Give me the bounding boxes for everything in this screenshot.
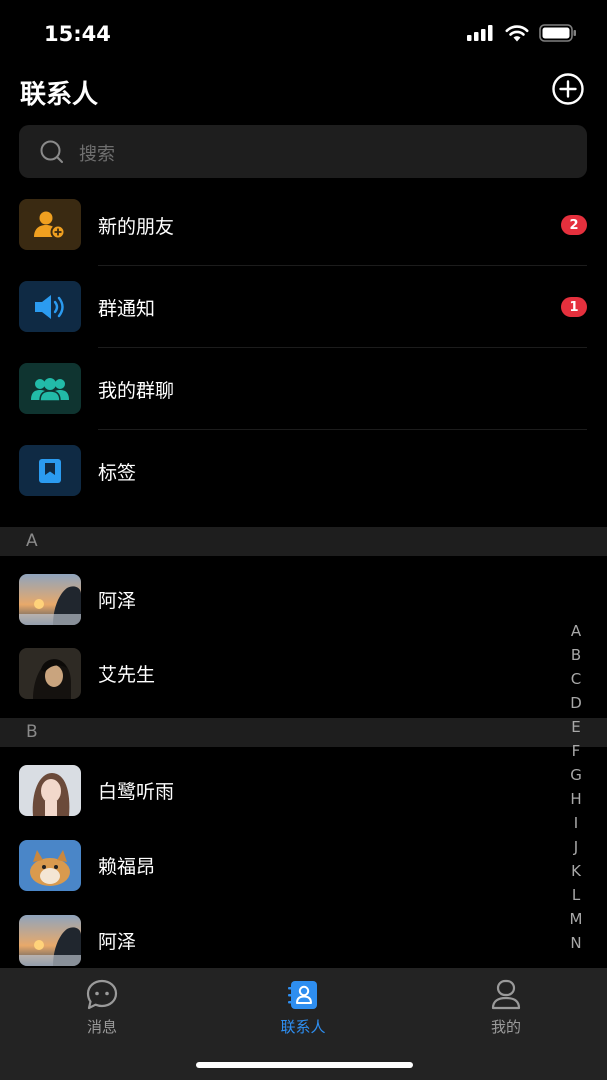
- status-time: 15:44: [44, 22, 111, 46]
- group-icon: [19, 363, 81, 414]
- add-circle-icon[interactable]: [551, 72, 585, 106]
- search-placeholder: 搜索: [79, 144, 115, 165]
- tab-label: 联系人: [280, 1018, 326, 1036]
- index-letter[interactable]: E: [567, 715, 585, 739]
- function-list: 新的朋友 2 群通知 1 我的群聊 标签: [0, 184, 607, 512]
- contacts-icon: [288, 981, 317, 1009]
- search-icon: [40, 140, 63, 163]
- group-notice-item[interactable]: 群通知 1: [0, 266, 607, 348]
- section-header-a: A: [0, 527, 607, 556]
- contact-item[interactable]: 赖福昂: [0, 828, 560, 902]
- index-letter[interactable]: M: [567, 907, 585, 931]
- index-letter[interactable]: I: [567, 811, 585, 835]
- tags-label: 标签: [98, 462, 137, 484]
- group-notice-badge: 1: [561, 297, 587, 317]
- index-letter[interactable]: B: [567, 643, 585, 667]
- avatar: [19, 915, 81, 966]
- page-title: 联系人: [20, 80, 99, 110]
- speaker-icon: [19, 281, 81, 332]
- avatar: [19, 648, 81, 699]
- battery-icon: [539, 24, 576, 42]
- group-notice-label: 群通知: [98, 298, 156, 320]
- index-letter[interactable]: N: [567, 931, 585, 955]
- section-header-b: B: [0, 718, 607, 747]
- signal-icon: [467, 25, 493, 41]
- my-groups-label: 我的群聊: [98, 380, 175, 402]
- tab-contacts[interactable]: 联系人: [243, 978, 363, 1038]
- contact-name: 艾先生: [98, 664, 156, 686]
- index-letter[interactable]: F: [567, 739, 585, 763]
- contact-item[interactable]: 艾先生: [0, 636, 560, 710]
- index-letter[interactable]: L: [567, 883, 585, 907]
- index-letter[interactable]: K: [567, 859, 585, 883]
- index-letter[interactable]: J: [567, 835, 585, 859]
- new-friends-badge: 2: [561, 215, 587, 235]
- index-letter[interactable]: D: [567, 691, 585, 715]
- section-letter: A: [26, 531, 38, 551]
- contact-name: 阿泽: [98, 590, 137, 612]
- tab-me[interactable]: 我的: [446, 978, 566, 1038]
- chat-bubble-icon: [86, 979, 118, 1010]
- bookmark-icon: [19, 445, 81, 496]
- my-groups-item[interactable]: 我的群聊: [0, 348, 607, 430]
- avatar: [19, 840, 81, 891]
- section-letter: B: [26, 722, 38, 742]
- add-user-icon: [19, 199, 81, 250]
- status-bar: 15:44: [0, 0, 607, 62]
- contact-name: 白鹭听雨: [98, 781, 175, 803]
- index-letter[interactable]: C: [567, 667, 585, 691]
- index-letter[interactable]: H: [567, 787, 585, 811]
- contact-item[interactable]: 白鹭听雨: [0, 753, 560, 827]
- profile-icon: [491, 979, 521, 1010]
- alphabet-index[interactable]: A B C D E F G H I J K L M N: [567, 619, 585, 955]
- header: 联系人: [0, 70, 607, 114]
- avatar: [19, 574, 81, 625]
- index-letter[interactable]: A: [567, 619, 585, 643]
- new-friends-item[interactable]: 新的朋友 2: [0, 184, 607, 266]
- new-friends-label: 新的朋友: [98, 216, 175, 238]
- tags-item[interactable]: 标签: [0, 430, 607, 512]
- contact-item[interactable]: 阿泽: [0, 903, 560, 977]
- home-indicator: [196, 1062, 413, 1068]
- avatar: [19, 765, 81, 816]
- tab-label: 消息: [86, 1018, 117, 1036]
- contact-item[interactable]: 阿泽: [0, 562, 560, 636]
- wifi-icon: [505, 24, 529, 41]
- contact-name: 赖福昂: [98, 856, 156, 878]
- contact-name: 阿泽: [98, 931, 137, 953]
- status-icons: [467, 24, 577, 42]
- tab-messages[interactable]: 消息: [42, 978, 162, 1038]
- tab-label: 我的: [490, 1018, 521, 1036]
- search-input[interactable]: 搜索: [19, 125, 587, 178]
- index-letter[interactable]: G: [567, 763, 585, 787]
